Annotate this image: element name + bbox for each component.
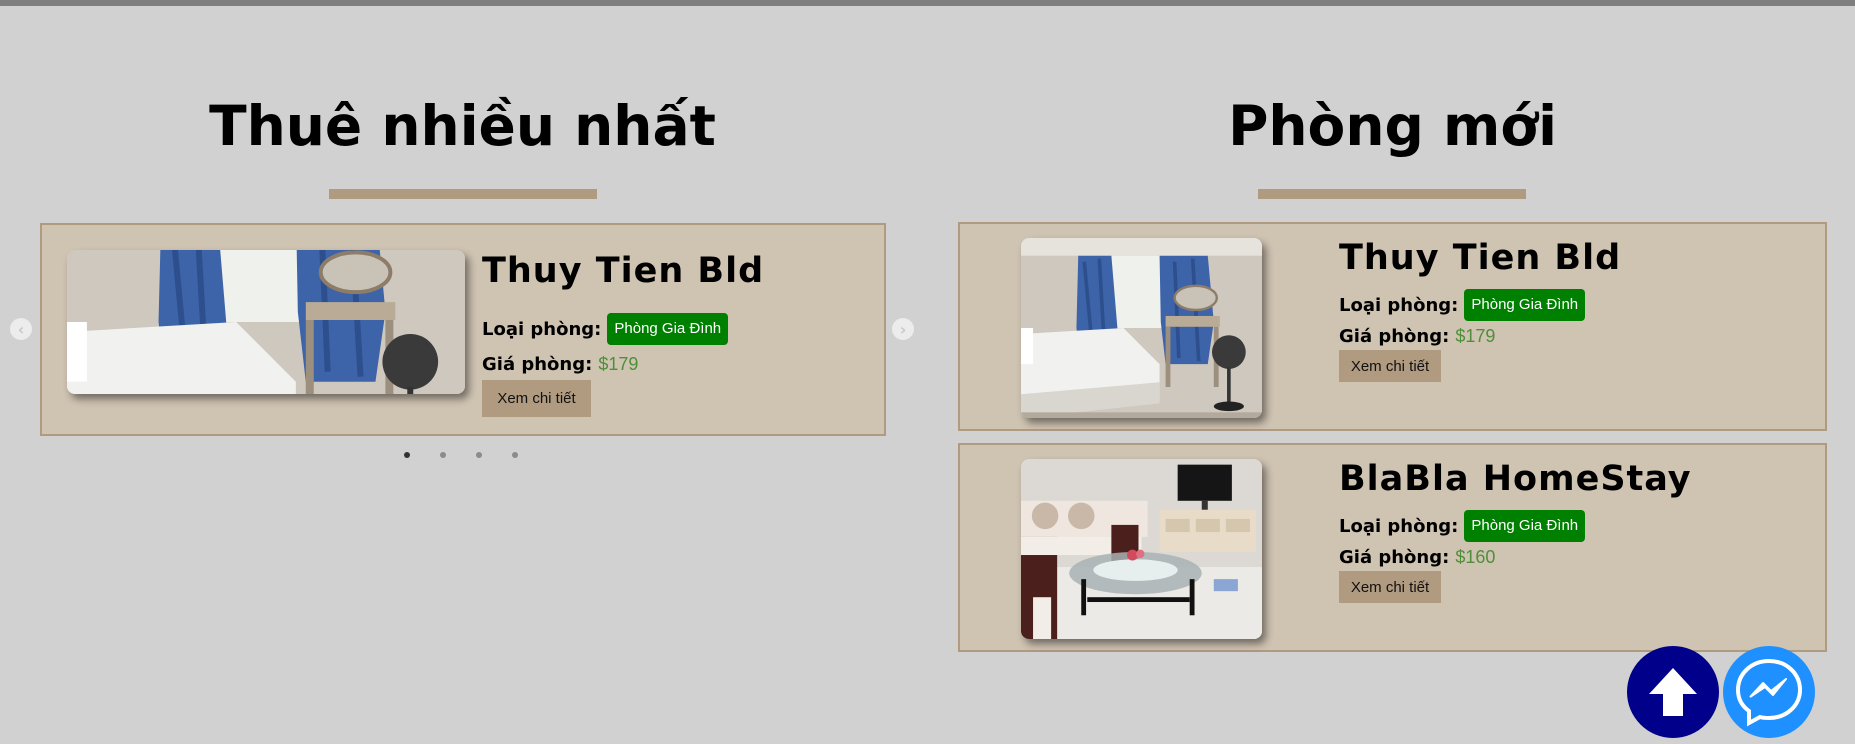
- room-price-value: $179: [598, 354, 639, 374]
- view-details-button[interactable]: Xem chi tiết: [1339, 350, 1441, 382]
- carousel-dot-3[interactable]: [476, 452, 482, 458]
- messenger-icon: [1735, 658, 1803, 727]
- room-type-label: Loại phòng:: [1339, 294, 1459, 316]
- most-rented-underline: [329, 189, 597, 199]
- room-price-value: $160: [1455, 547, 1496, 567]
- carousel-prev-arrow[interactable]: ‹: [10, 318, 32, 340]
- new-room-card-2: BlaBla HomeStay Loại phòng: Phòng Gia Đì…: [958, 443, 1827, 652]
- new-room-card-1: Thuy Tien Bld Loại phòng: Phòng Gia Đình…: [958, 222, 1827, 431]
- room-price-label: Giá phòng:: [482, 354, 593, 375]
- view-details-button[interactable]: Xem chi tiết: [482, 380, 591, 417]
- most-rented-title: Thuê nhiều nhất: [209, 94, 716, 158]
- room-price-label: Giá phòng:: [1339, 326, 1450, 347]
- carousel-dots: [404, 452, 518, 458]
- room-price-value: $179: [1455, 326, 1496, 346]
- room-type-badge: Phòng Gia Đình: [1464, 289, 1586, 321]
- scroll-to-top-button[interactable]: [1627, 646, 1719, 738]
- room-price-row: Giá phòng: $179: [1339, 326, 1495, 347]
- room-type-label: Loại phòng:: [482, 318, 602, 340]
- chevron-left-icon: ‹: [17, 319, 25, 339]
- room-price-row: Giá phòng: $160: [1339, 547, 1495, 568]
- top-bar: [0, 0, 1855, 6]
- room-type-row: Loại phòng: Phòng Gia Đình: [1339, 289, 1586, 321]
- carousel-dot-1[interactable]: [404, 452, 410, 458]
- room-photo[interactable]: [67, 250, 465, 394]
- room-name: Thuy Tien Bld: [482, 251, 765, 291]
- carousel-room-card: Thuy Tien Bld Loại phòng: Phòng Gia Đình…: [40, 223, 886, 436]
- room-name: Thuy Tien Bld: [1339, 238, 1622, 278]
- messenger-button[interactable]: [1723, 646, 1815, 738]
- room-type-label: Loại phòng:: [1339, 515, 1459, 537]
- room-price-label: Giá phòng:: [1339, 547, 1450, 568]
- carousel-dot-4[interactable]: [512, 452, 518, 458]
- carousel-next-arrow[interactable]: ›: [892, 318, 914, 340]
- view-details-button[interactable]: Xem chi tiết: [1339, 571, 1441, 603]
- arrow-up-icon: [1649, 668, 1697, 716]
- new-rooms-underline: [1258, 189, 1526, 199]
- room-type-badge: Phòng Gia Đình: [607, 313, 729, 345]
- room-photo[interactable]: [1021, 238, 1262, 418]
- chevron-right-icon: ›: [899, 319, 907, 339]
- carousel-dot-2[interactable]: [440, 452, 446, 458]
- room-name: BlaBla HomeStay: [1339, 459, 1692, 499]
- room-price-row: Giá phòng: $179: [482, 354, 638, 375]
- room-type-row: Loại phòng: Phòng Gia Đình: [482, 313, 729, 345]
- new-rooms-title: Phòng mới: [1228, 94, 1557, 158]
- room-photo[interactable]: [1021, 459, 1262, 639]
- room-type-row: Loại phòng: Phòng Gia Đình: [1339, 510, 1586, 542]
- room-type-badge: Phòng Gia Đình: [1464, 510, 1586, 542]
